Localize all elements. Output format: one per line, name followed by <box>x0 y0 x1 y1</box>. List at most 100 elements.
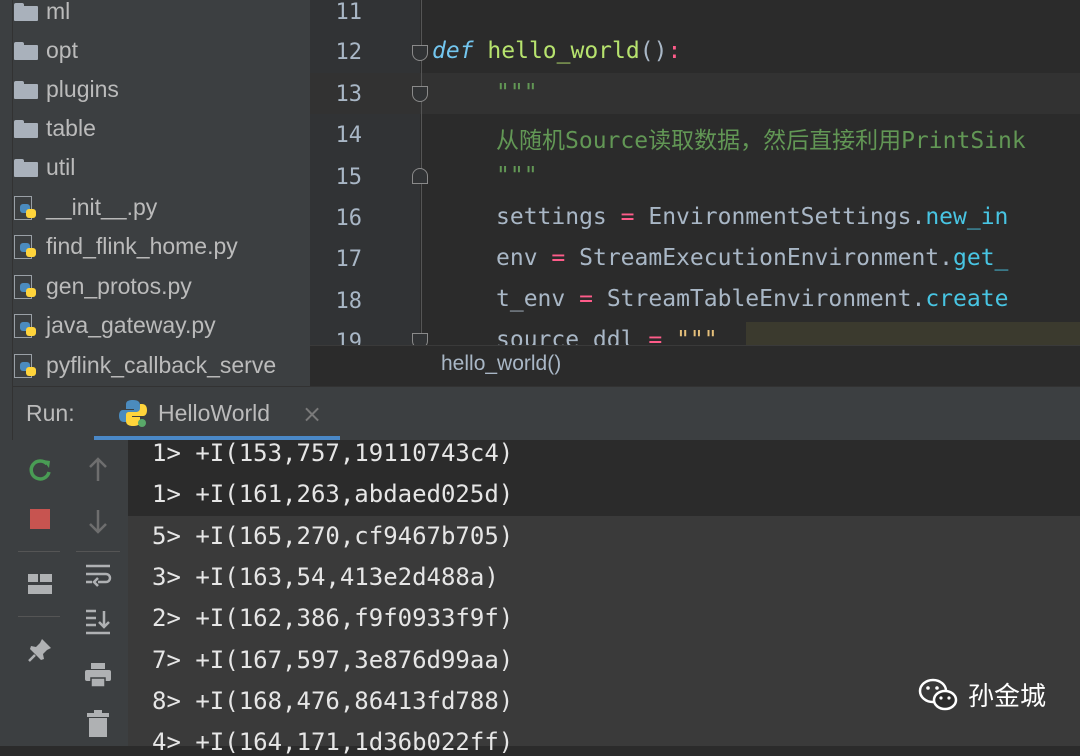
code-line-19: source_ddl = """ <box>496 327 718 345</box>
tree-item-gen-protos[interactable]: gen_protos.py <box>14 267 192 306</box>
variable: t_env <box>496 286 566 312</box>
up-arrow-icon[interactable] <box>80 452 116 488</box>
class-ref: StreamTableEnvironment. <box>606 286 926 312</box>
code-line-12: def hello_world(): <box>432 38 681 64</box>
console-line: 7> +I(167,597,3e876d99aa) <box>152 646 514 674</box>
console-line: 4> +I(164,171,1d36b022ff) <box>152 728 514 756</box>
rerun-icon[interactable] <box>22 452 58 488</box>
tree-item-label: util <box>46 154 76 180</box>
variable: source_ddl <box>496 327 635 345</box>
code-line-13: """ <box>496 80 538 106</box>
breadcrumb[interactable]: hello_world() <box>441 352 561 376</box>
operator: = <box>551 245 566 271</box>
tree-item-label: __init__.py <box>46 194 158 220</box>
fold-expand-icon[interactable] <box>412 168 428 184</box>
tree-item-label: ml <box>46 0 71 24</box>
line-number: 16 <box>335 206 363 231</box>
close-icon[interactable]: × <box>302 400 322 428</box>
line-number: 18 <box>335 289 363 314</box>
operator: = <box>648 327 663 345</box>
operator: = <box>579 286 593 312</box>
tree-item-java-gateway[interactable]: java_gateway.py <box>14 306 216 345</box>
watermark: 孙金城 <box>918 676 1046 713</box>
python-file-icon <box>14 313 38 338</box>
code-line-15: """ <box>496 163 538 189</box>
parens: () <box>639 38 668 64</box>
trash-icon[interactable] <box>80 706 116 742</box>
run-label: Run: <box>26 400 75 426</box>
code-line-14: 从随机Source读取数据，然后直接利用PrintSink <box>496 128 1026 154</box>
code-line-17: env = StreamExecutionEnvironment.get_ <box>496 245 1008 271</box>
string-highlight <box>746 322 1080 345</box>
console-line: 2> +I(162,386,f9f0933f9f) <box>152 604 514 632</box>
python-run-config-icon <box>119 400 147 427</box>
code-line-16: settings = EnvironmentSettings.new_in <box>496 204 1008 230</box>
method: new_in <box>925 204 1009 230</box>
keyword: def <box>432 38 474 64</box>
code-line-18: t_env = StreamTableEnvironment.create <box>496 286 1008 312</box>
method: get_ <box>953 245 1009 271</box>
console-line: 3> +I(163,54,413e2d488a) <box>152 563 499 591</box>
layout-icon[interactable] <box>22 566 58 602</box>
tree-item-pyflink-callback-server[interactable]: pyflink_callback_serve <box>14 346 276 385</box>
string: """ <box>676 327 718 345</box>
python-file-icon <box>14 234 38 259</box>
tree-item-label: pyflink_callback_serve <box>46 352 277 378</box>
toolbar-divider <box>18 616 60 617</box>
soft-wrap-icon[interactable] <box>80 557 116 593</box>
watermark-text: 孙金城 <box>968 682 1047 712</box>
folder-icon <box>14 119 38 138</box>
tree-item-util[interactable]: util <box>14 148 75 187</box>
tree-item-label: java_gateway.py <box>46 312 216 338</box>
variable: settings <box>496 204 607 230</box>
method: create <box>925 286 1009 312</box>
tree-item-ml[interactable]: ml <box>14 0 70 31</box>
variable: env <box>496 245 538 271</box>
tree-item-find-flink-home[interactable]: find_flink_home.py <box>14 227 238 266</box>
tree-item-label: table <box>46 115 96 141</box>
scroll-to-end-icon[interactable] <box>80 604 116 640</box>
tree-item-label: plugins <box>46 76 119 102</box>
tree-item-plugins[interactable]: plugins <box>14 70 119 109</box>
tree-item-label: opt <box>46 37 78 63</box>
pin-icon[interactable] <box>22 632 58 668</box>
wechat-icon <box>918 678 958 710</box>
folder-icon <box>14 158 38 177</box>
tree-item-label: find_flink_home.py <box>46 233 238 259</box>
fold-collapse-icon[interactable] <box>412 45 428 61</box>
colon: : <box>667 38 682 64</box>
line-number: 15 <box>335 165 363 190</box>
tree-item-opt[interactable]: opt <box>14 31 78 70</box>
function-name: hello_world <box>487 38 640 64</box>
folder-icon <box>14 2 38 21</box>
print-icon[interactable] <box>80 657 116 693</box>
console-line: 1> +I(153,757,19110743c4) <box>152 439 514 467</box>
stop-icon[interactable] <box>22 501 58 537</box>
python-file-icon <box>14 195 38 220</box>
tree-item-label: gen_protos.py <box>46 273 192 299</box>
python-file-icon <box>14 353 38 378</box>
operator: = <box>620 204 635 230</box>
folder-icon <box>14 80 38 99</box>
line-number: 11 <box>335 0 363 25</box>
folder-icon <box>14 41 38 60</box>
breadcrumb-bar <box>310 345 1080 387</box>
console-line: 1> +I(161,263,abdaed025d) <box>152 480 514 508</box>
line-number: 14 <box>335 123 363 148</box>
line-number: 12 <box>335 40 363 65</box>
toolbar-divider <box>76 551 120 552</box>
toolbar-divider <box>18 551 60 552</box>
tree-gutter <box>0 0 13 386</box>
class-ref: StreamExecutionEnvironment. <box>579 245 953 271</box>
tree-item-init-py[interactable]: __init__.py <box>14 188 157 227</box>
down-arrow-icon[interactable] <box>80 503 116 539</box>
line-number: 13 <box>335 82 363 107</box>
python-file-icon <box>14 274 38 299</box>
line-number: 17 <box>335 247 363 272</box>
tree-item-table[interactable]: table <box>14 109 96 148</box>
tab-label: HelloWorld <box>158 400 271 426</box>
console-line: 5> +I(165,270,cf9467b705) <box>152 522 514 550</box>
fold-collapse-icon[interactable] <box>412 86 428 102</box>
console-line: 8> +I(168,476,86413fd788) <box>152 687 514 715</box>
class-ref: EnvironmentSettings. <box>648 204 926 230</box>
